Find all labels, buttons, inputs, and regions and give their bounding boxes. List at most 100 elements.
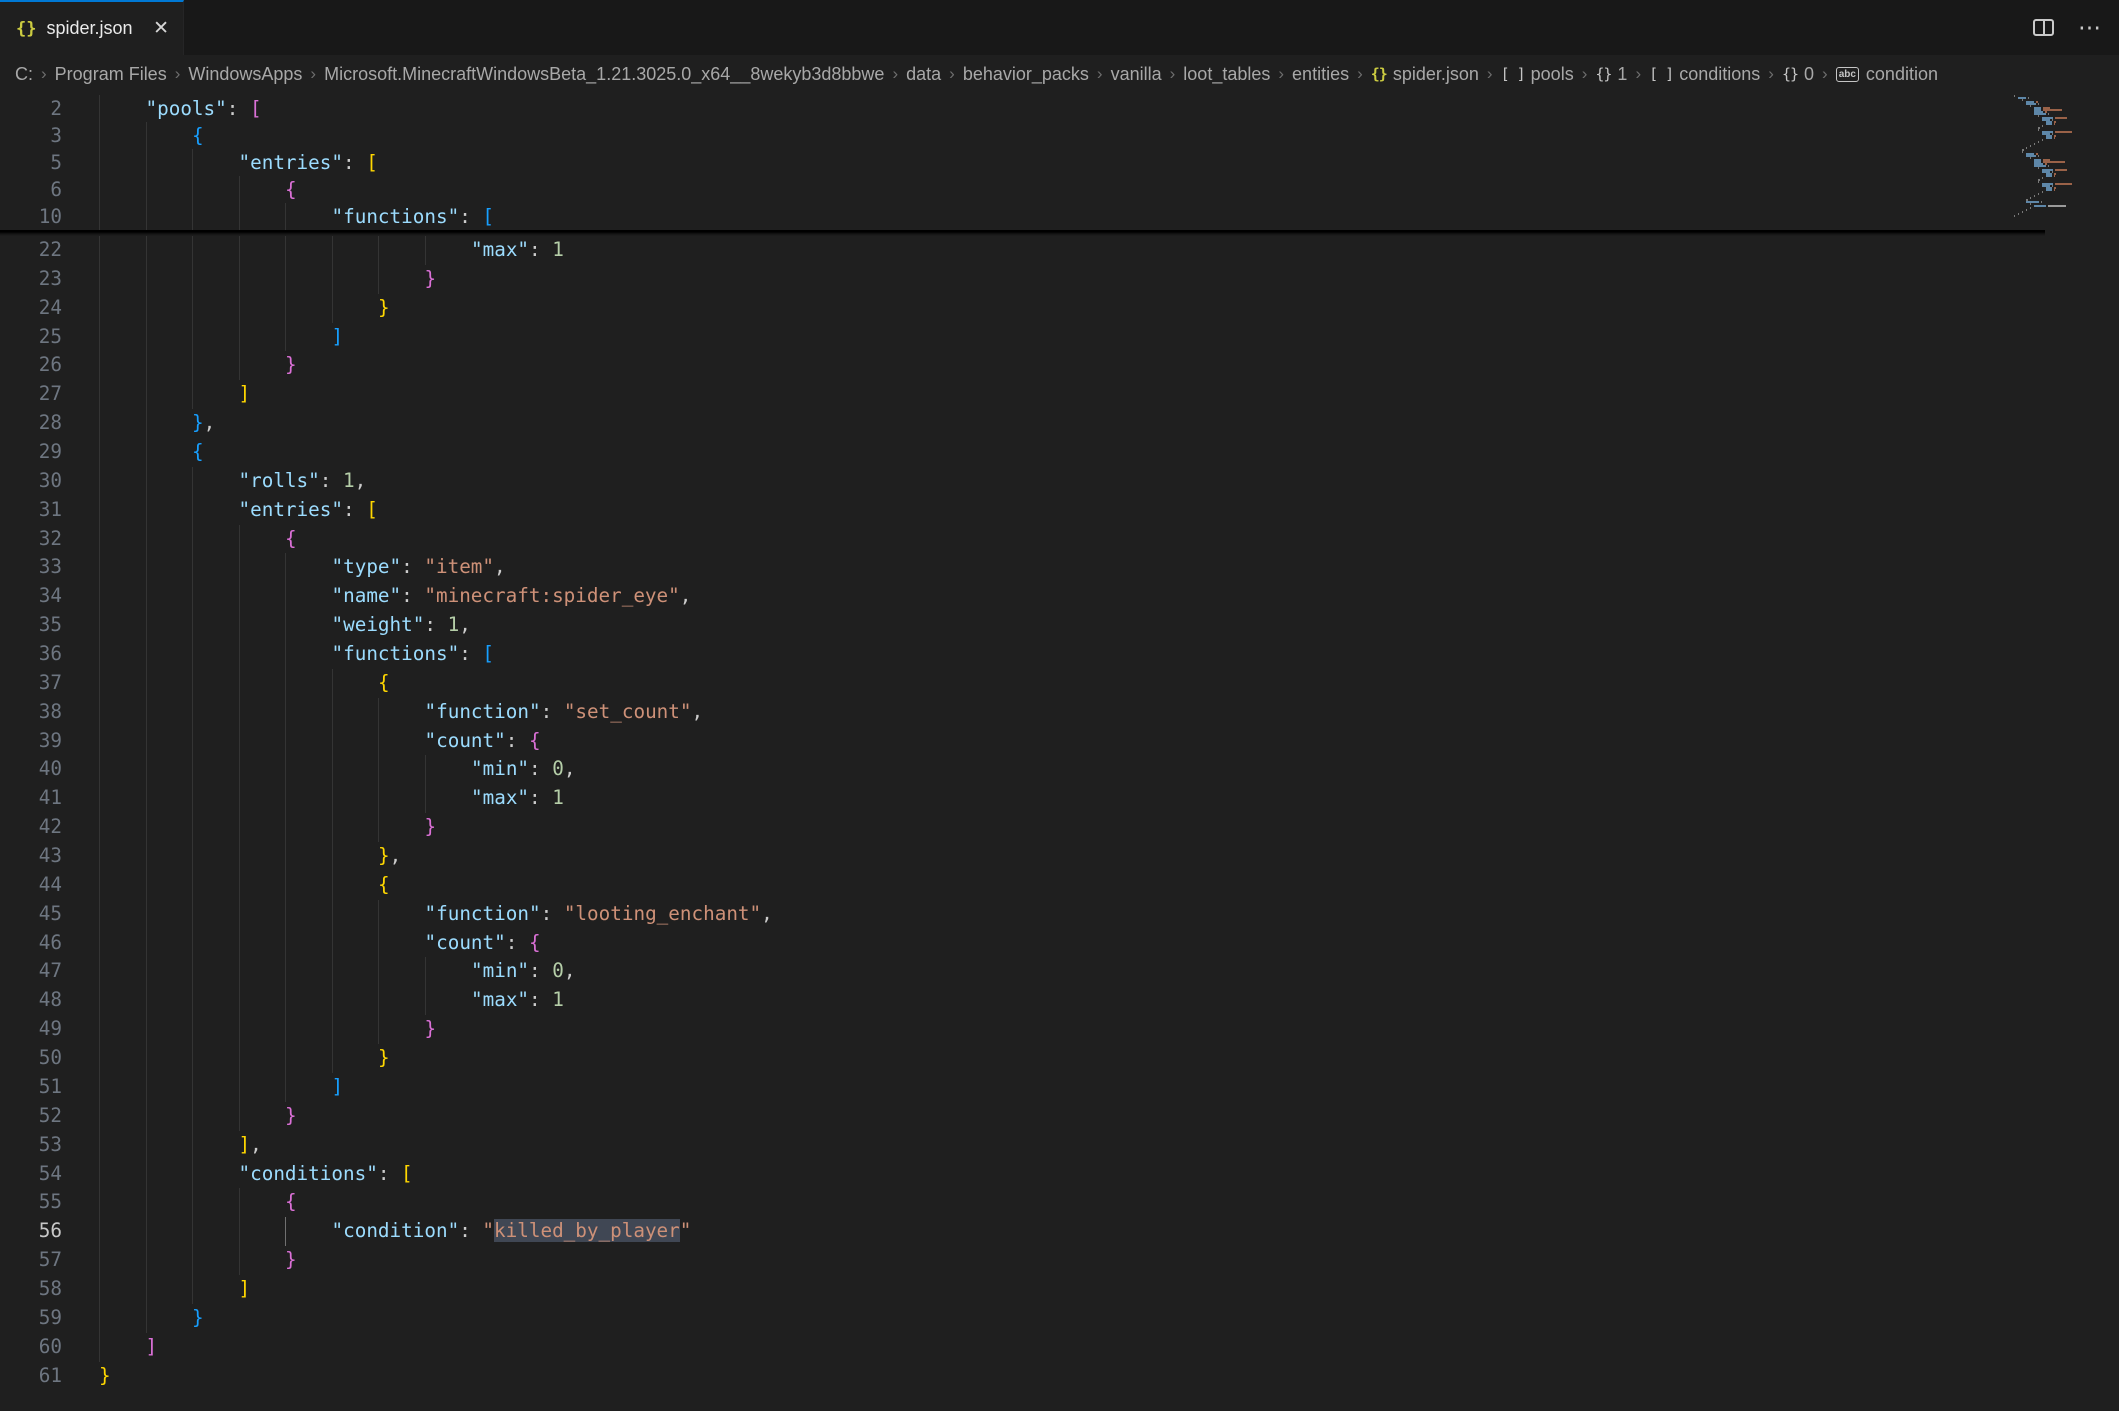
breadcrumb-item-microsoft-minecraftwindowsbeta-1-21-3025-0-x64-8wekyb3d8bbwe[interactable]: Microsoft.MinecraftWindowsBeta_1.21.3025…	[324, 64, 884, 85]
code-line-25[interactable]: 25]	[0, 323, 1990, 352]
code-line-29[interactable]: 29{	[0, 438, 1990, 467]
code-line-53[interactable]: 53],	[0, 1131, 1990, 1160]
split-editor-icon[interactable]	[2033, 19, 2054, 36]
line-number[interactable]: 28	[0, 409, 62, 438]
code-line-26[interactable]: 26}	[0, 351, 1990, 380]
line-number[interactable]: 6	[0, 176, 62, 203]
code-line-52[interactable]: 52}	[0, 1102, 1990, 1131]
line-number[interactable]: 23	[0, 265, 62, 294]
line-number[interactable]: 31	[0, 496, 62, 525]
line-number[interactable]: 49	[0, 1015, 62, 1044]
minimap[interactable]	[1990, 95, 2119, 1411]
line-number[interactable]: 42	[0, 813, 62, 842]
code-line-32[interactable]: 32{	[0, 525, 1990, 554]
line-number[interactable]: 35	[0, 611, 62, 640]
close-tab-icon[interactable]: ✕	[153, 19, 169, 38]
breadcrumb-item-behavior-packs[interactable]: behavior_packs	[963, 64, 1089, 85]
code-line-55[interactable]: 55{	[0, 1188, 1990, 1217]
line-number[interactable]: 57	[0, 1246, 62, 1275]
line-number[interactable]: 22	[0, 236, 62, 265]
breadcrumb-item-vanilla[interactable]: vanilla	[1111, 64, 1162, 85]
code-line-51[interactable]: 51]	[0, 1073, 1990, 1102]
sticky-scroll[interactable]: 2"pools": [3{5"entries": [6{10"functions…	[0, 93, 1990, 230]
breadcrumb-item-condition[interactable]: abccondition	[1836, 64, 1938, 85]
code-line-44[interactable]: 44{	[0, 871, 1990, 900]
tab-spider-json[interactable]: {} spider.json ✕	[0, 0, 184, 55]
line-number[interactable]: 2	[0, 95, 62, 122]
line-number[interactable]: 25	[0, 323, 62, 352]
breadcrumb-item-data[interactable]: data	[906, 64, 941, 85]
code-line-39[interactable]: 39"count": {	[0, 727, 1990, 756]
breadcrumb-item-entities[interactable]: entities	[1292, 64, 1349, 85]
line-number[interactable]: 51	[0, 1073, 62, 1102]
code-line-35[interactable]: 35"weight": 1,	[0, 611, 1990, 640]
line-number[interactable]: 30	[0, 467, 62, 496]
line-number[interactable]: 38	[0, 698, 62, 727]
code-line-27[interactable]: 27]	[0, 380, 1990, 409]
code-line-60[interactable]: 60]	[0, 1333, 1990, 1362]
code-line-61[interactable]: 61}	[0, 1362, 1990, 1391]
code-line-37[interactable]: 37{	[0, 669, 1990, 698]
code-line-42[interactable]: 42}	[0, 813, 1990, 842]
line-number[interactable]: 50	[0, 1044, 62, 1073]
line-number[interactable]: 41	[0, 784, 62, 813]
code-line-47[interactable]: 47"min": 0,	[0, 957, 1990, 986]
code-line-56[interactable]: 56"condition": "killed_by_player"	[0, 1217, 1990, 1246]
code-line-2[interactable]: 2"pools": [	[0, 95, 1990, 122]
line-number[interactable]: 27	[0, 380, 62, 409]
line-number[interactable]: 48	[0, 986, 62, 1015]
code-line-34[interactable]: 34"name": "minecraft:spider_eye",	[0, 582, 1990, 611]
breadcrumb-item-1[interactable]: {}1	[1595, 64, 1627, 85]
line-number[interactable]: 3	[0, 122, 62, 149]
line-number[interactable]: 52	[0, 1102, 62, 1131]
line-number[interactable]: 37	[0, 669, 62, 698]
code-line-45[interactable]: 45"function": "looting_enchant",	[0, 900, 1990, 929]
code-line-58[interactable]: 58]	[0, 1275, 1990, 1304]
code-line-38[interactable]: 38"function": "set_count",	[0, 698, 1990, 727]
line-number[interactable]: 59	[0, 1304, 62, 1333]
code-line-3[interactable]: 3{	[0, 122, 1990, 149]
line-number[interactable]: 24	[0, 294, 62, 323]
line-number[interactable]: 53	[0, 1131, 62, 1160]
code-line-46[interactable]: 46"count": {	[0, 929, 1990, 958]
line-number[interactable]: 40	[0, 755, 62, 784]
breadcrumb-item-conditions[interactable]: [ ]conditions	[1649, 64, 1760, 85]
code-line-10[interactable]: 10"functions": [	[0, 203, 1990, 230]
line-number[interactable]: 61	[0, 1362, 62, 1391]
code-line-30[interactable]: 30"rolls": 1,	[0, 467, 1990, 496]
code-line-6[interactable]: 6{	[0, 176, 1990, 203]
breadcrumb-item-spider-json[interactable]: {}spider.json	[1371, 64, 1479, 85]
code-line-48[interactable]: 48"max": 1	[0, 986, 1990, 1015]
breadcrumb-item-program-files[interactable]: Program Files	[55, 64, 167, 85]
code-line-22[interactable]: 22"max": 1	[0, 236, 1990, 265]
line-number[interactable]: 36	[0, 640, 62, 669]
code-line-23[interactable]: 23}	[0, 265, 1990, 294]
code-line-24[interactable]: 24}	[0, 294, 1990, 323]
code-line-54[interactable]: 54"conditions": [	[0, 1160, 1990, 1189]
code-line-31[interactable]: 31"entries": [	[0, 496, 1990, 525]
line-number[interactable]: 5	[0, 149, 62, 176]
line-number[interactable]: 43	[0, 842, 62, 871]
code-line-36[interactable]: 36"functions": [	[0, 640, 1990, 669]
line-number[interactable]: 33	[0, 553, 62, 582]
line-number[interactable]: 47	[0, 957, 62, 986]
breadcrumb-item-loot-tables[interactable]: loot_tables	[1183, 64, 1270, 85]
code-line-33[interactable]: 33"type": "item",	[0, 553, 1990, 582]
line-number[interactable]: 46	[0, 929, 62, 958]
code-line-41[interactable]: 41"max": 1	[0, 784, 1990, 813]
line-number[interactable]: 39	[0, 727, 62, 756]
line-number[interactable]: 58	[0, 1275, 62, 1304]
breadcrumb-item-c-[interactable]: C:	[15, 64, 33, 85]
line-number[interactable]: 56	[0, 1217, 62, 1246]
line-number[interactable]: 44	[0, 871, 62, 900]
code-line-50[interactable]: 50}	[0, 1044, 1990, 1073]
code-line-59[interactable]: 59}	[0, 1304, 1990, 1333]
line-number[interactable]: 60	[0, 1333, 62, 1362]
line-number[interactable]: 32	[0, 525, 62, 554]
code-line-57[interactable]: 57}	[0, 1246, 1990, 1275]
breadcrumb-item-pools[interactable]: [ ]pools	[1501, 64, 1574, 85]
breadcrumb-item-windowsapps[interactable]: WindowsApps	[188, 64, 302, 85]
breadcrumb-item-0[interactable]: {}0	[1782, 64, 1814, 85]
line-number[interactable]: 55	[0, 1188, 62, 1217]
code-line-40[interactable]: 40"min": 0,	[0, 755, 1990, 784]
